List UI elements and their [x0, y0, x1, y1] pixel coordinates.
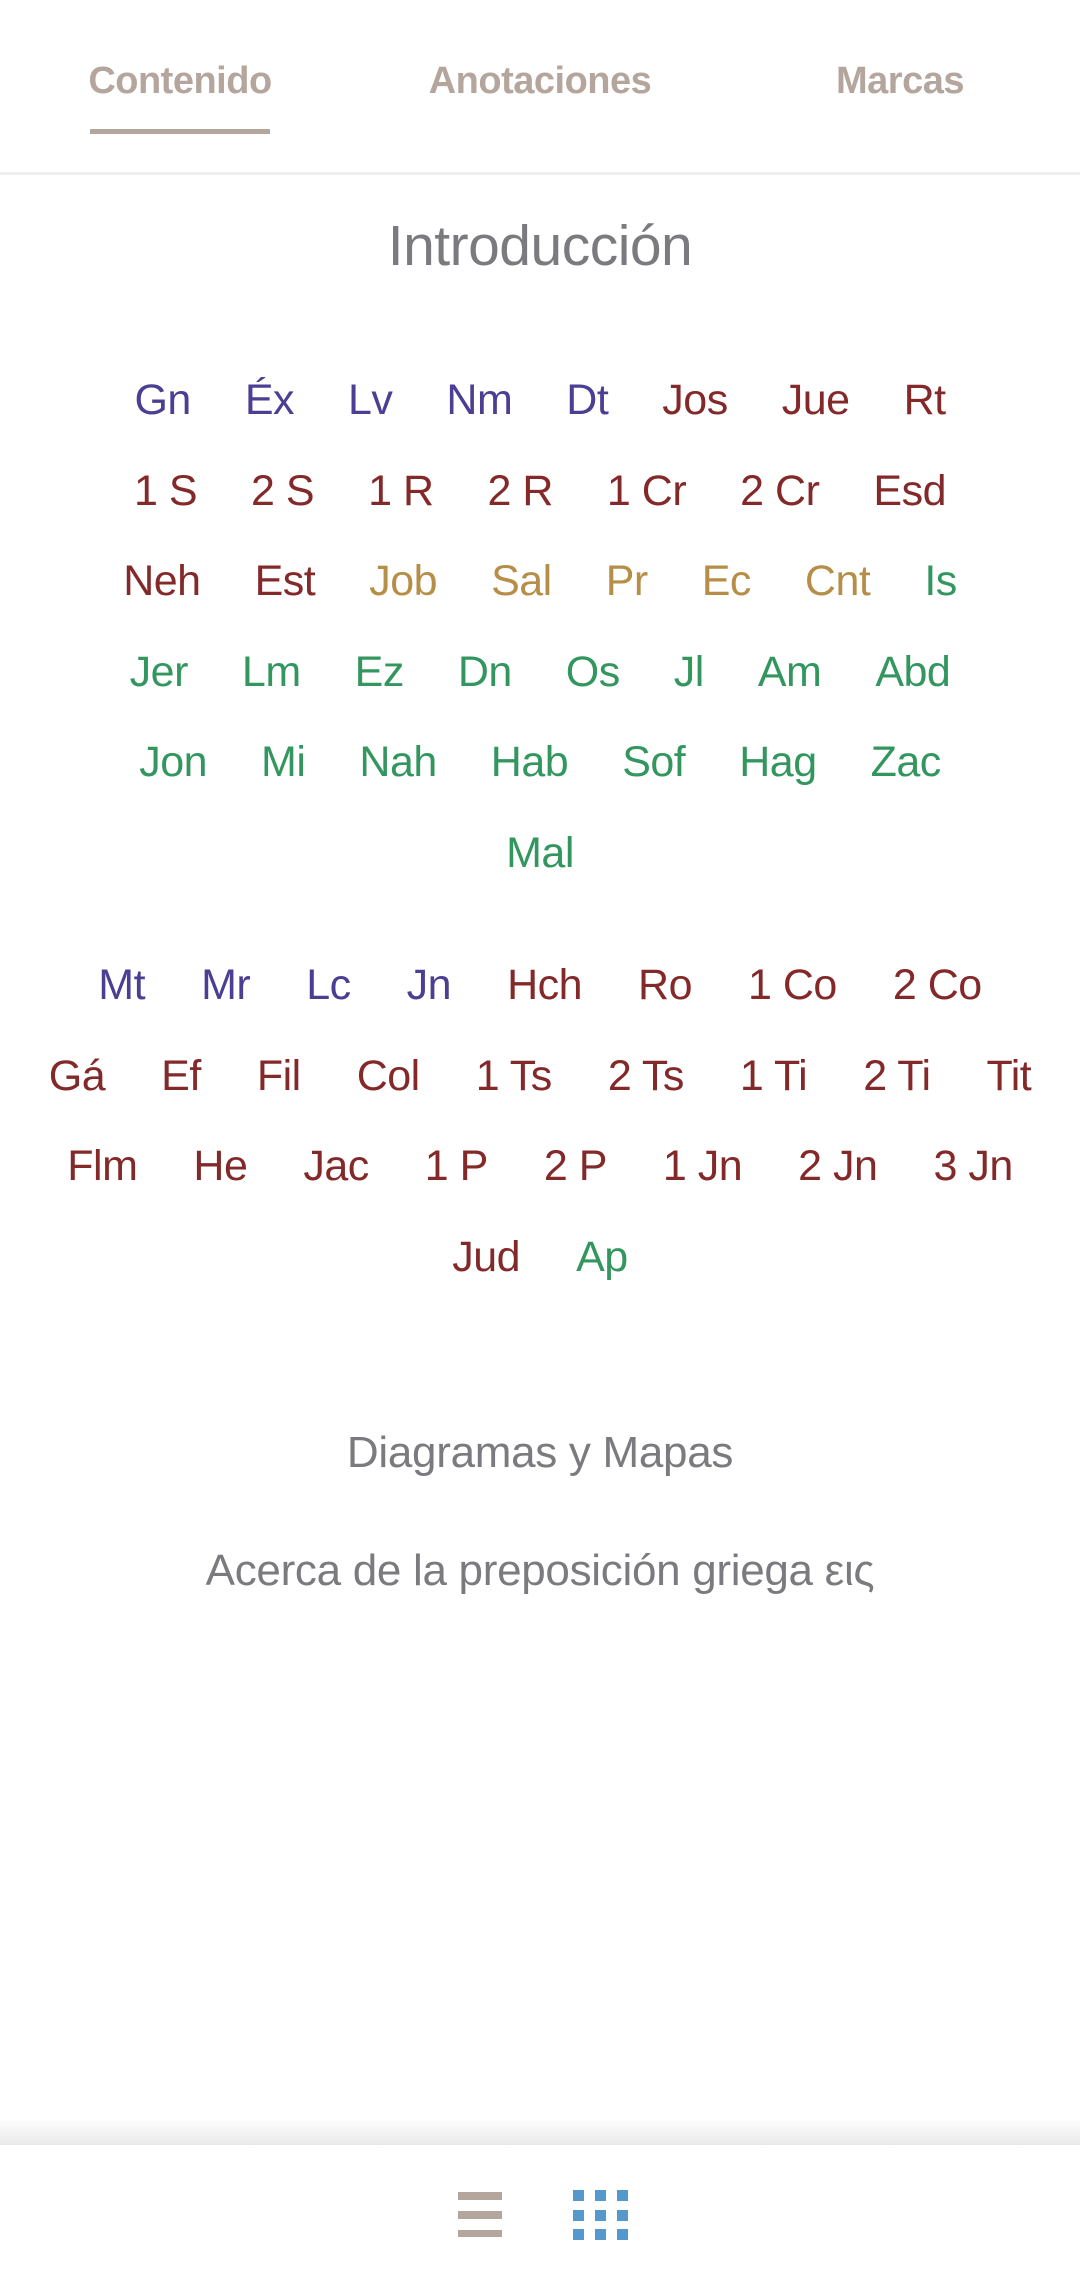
book-link-ot-17[interactable]: Job	[342, 536, 464, 627]
book-link-nt-2[interactable]: Lc	[278, 940, 378, 1031]
book-link-nt-15[interactable]: 2 Ti	[835, 1031, 958, 1122]
book-link-ot-31[interactable]: Jon	[112, 717, 234, 808]
book-link-ot-20[interactable]: Ec	[675, 536, 778, 627]
book-link-ot-24[interactable]: Lm	[215, 627, 328, 718]
book-link-ot-22[interactable]: Is	[897, 536, 983, 627]
tab-anotaciones[interactable]: Anotaciones	[390, 56, 690, 106]
book-link-ot-4[interactable]: Dt	[539, 355, 635, 446]
book-link-nt-0[interactable]: Mt	[70, 940, 173, 1031]
book-link-ot-16[interactable]: Est	[228, 536, 343, 627]
book-link-nt-25[interactable]: Jud	[424, 1212, 548, 1303]
grid-view-button[interactable]	[561, 2175, 641, 2255]
book-link-ot-30[interactable]: Abd	[848, 627, 977, 718]
book-link-nt-10[interactable]: Fil	[229, 1031, 329, 1122]
book-link-ot-37[interactable]: Zac	[844, 717, 968, 808]
book-link-ot-35[interactable]: Sof	[595, 717, 712, 808]
book-link-ot-23[interactable]: Jer	[103, 627, 215, 718]
old-testament-book-grid: Gn Éx Lv Nm Dt Jos Jue Rt 1 S2 S1 R2 R1 Cr 2 Cr Es…	[70, 355, 1010, 898]
book-link-nt-6[interactable]: 1 Co	[720, 940, 865, 1031]
new-testament-book-grid: Mt Mr Lc Jn Hch Ro 1 Co 2 Co Gá Ef Fil Col 1 Ts 2 Ts 1…	[20, 940, 1060, 1302]
book-link-nt-19[interactable]: Jac	[275, 1121, 396, 1212]
grid-view-icon	[573, 2190, 628, 2240]
book-link-ot-26[interactable]: Dn	[431, 627, 539, 718]
book-link-nt-12[interactable]: 1 Ts	[448, 1031, 580, 1122]
list-view-icon	[458, 2192, 502, 2237]
tab-bar: Contenido Anotaciones Marcas	[0, 0, 1080, 175]
book-link-ot-15[interactable]: Neh	[96, 536, 227, 627]
book-link-nt-1[interactable]: Mr	[173, 940, 278, 1031]
book-link-nt-22[interactable]: 1 Jn	[635, 1121, 770, 1212]
book-link-nt-5[interactable]: Ro	[610, 940, 720, 1031]
bottom-bar-shadow	[0, 2118, 1080, 2146]
book-link-ot-25[interactable]: Ez	[328, 627, 431, 718]
book-link-nt-23[interactable]: 2 Jn	[770, 1121, 905, 1212]
book-link-ot-10[interactable]: 1 R	[341, 446, 460, 537]
diagrams-and-maps-link[interactable]: Diagramas y Mapas	[0, 1428, 1080, 1478]
book-link-ot-3[interactable]: Nm	[419, 355, 539, 446]
book-link-ot-38[interactable]: Mal	[479, 808, 601, 899]
bottom-nav-bar	[0, 2145, 1080, 2280]
book-link-nt-8[interactable]: Gá	[21, 1031, 133, 1122]
book-link-ot-0[interactable]: Gn	[107, 355, 217, 446]
book-link-nt-24[interactable]: 3 Jn	[905, 1121, 1040, 1212]
book-link-nt-17[interactable]: Flm	[39, 1121, 165, 1212]
book-link-ot-36[interactable]: Hag	[712, 717, 843, 808]
book-link-ot-9[interactable]: 2 S	[224, 446, 341, 537]
book-link-ot-6[interactable]: Jue	[755, 355, 877, 446]
greek-preposition-link[interactable]: Acerca de la preposición griega εις	[0, 1546, 1080, 1596]
book-link-ot-5[interactable]: Jos	[635, 355, 754, 446]
tab-marcas[interactable]: Marcas	[750, 56, 1050, 106]
book-link-nt-21[interactable]: 2 P	[516, 1121, 635, 1212]
book-link-nt-18[interactable]: He	[165, 1121, 275, 1212]
book-link-ot-8[interactable]: 1 S	[107, 446, 224, 537]
book-link-ot-2[interactable]: Lv	[321, 355, 419, 446]
book-link-nt-14[interactable]: 1 Ti	[712, 1031, 835, 1122]
tab-contenido[interactable]: Contenido	[30, 56, 330, 106]
book-link-nt-3[interactable]: Jn	[379, 940, 479, 1031]
book-link-ot-19[interactable]: Pr	[579, 536, 675, 627]
book-link-ot-29[interactable]: Am	[731, 627, 849, 718]
book-link-nt-26[interactable]: Ap	[548, 1212, 656, 1303]
book-link-nt-4[interactable]: Hch	[479, 940, 610, 1031]
book-link-ot-27[interactable]: Os	[539, 627, 647, 718]
introduction-link[interactable]: Introducción	[0, 211, 1080, 281]
book-link-nt-7[interactable]: 2 Co	[865, 940, 1010, 1031]
book-link-ot-7[interactable]: Rt	[877, 355, 973, 446]
list-view-button[interactable]	[440, 2175, 520, 2255]
book-link-nt-11[interactable]: Col	[329, 1031, 448, 1122]
book-link-ot-13[interactable]: 2 Cr	[713, 446, 846, 537]
book-link-ot-21[interactable]: Cnt	[778, 536, 897, 627]
book-link-nt-20[interactable]: 1 P	[397, 1121, 516, 1212]
book-link-ot-11[interactable]: 2 R	[461, 446, 580, 537]
book-link-ot-28[interactable]: Jl	[647, 627, 731, 718]
book-link-ot-18[interactable]: Sal	[464, 536, 579, 627]
book-link-ot-33[interactable]: Nah	[332, 717, 463, 808]
book-link-ot-32[interactable]: Mi	[234, 717, 332, 808]
book-link-nt-13[interactable]: 2 Ts	[580, 1031, 712, 1122]
book-link-ot-34[interactable]: Hab	[464, 717, 595, 808]
book-link-ot-14[interactable]: Esd	[846, 446, 973, 537]
book-link-nt-16[interactable]: Tit	[959, 1031, 1060, 1122]
book-link-nt-9[interactable]: Ef	[133, 1031, 229, 1122]
active-tab-indicator	[90, 129, 270, 134]
book-link-ot-1[interactable]: Éx	[218, 355, 321, 446]
book-link-ot-12[interactable]: 1 Cr	[580, 446, 713, 537]
